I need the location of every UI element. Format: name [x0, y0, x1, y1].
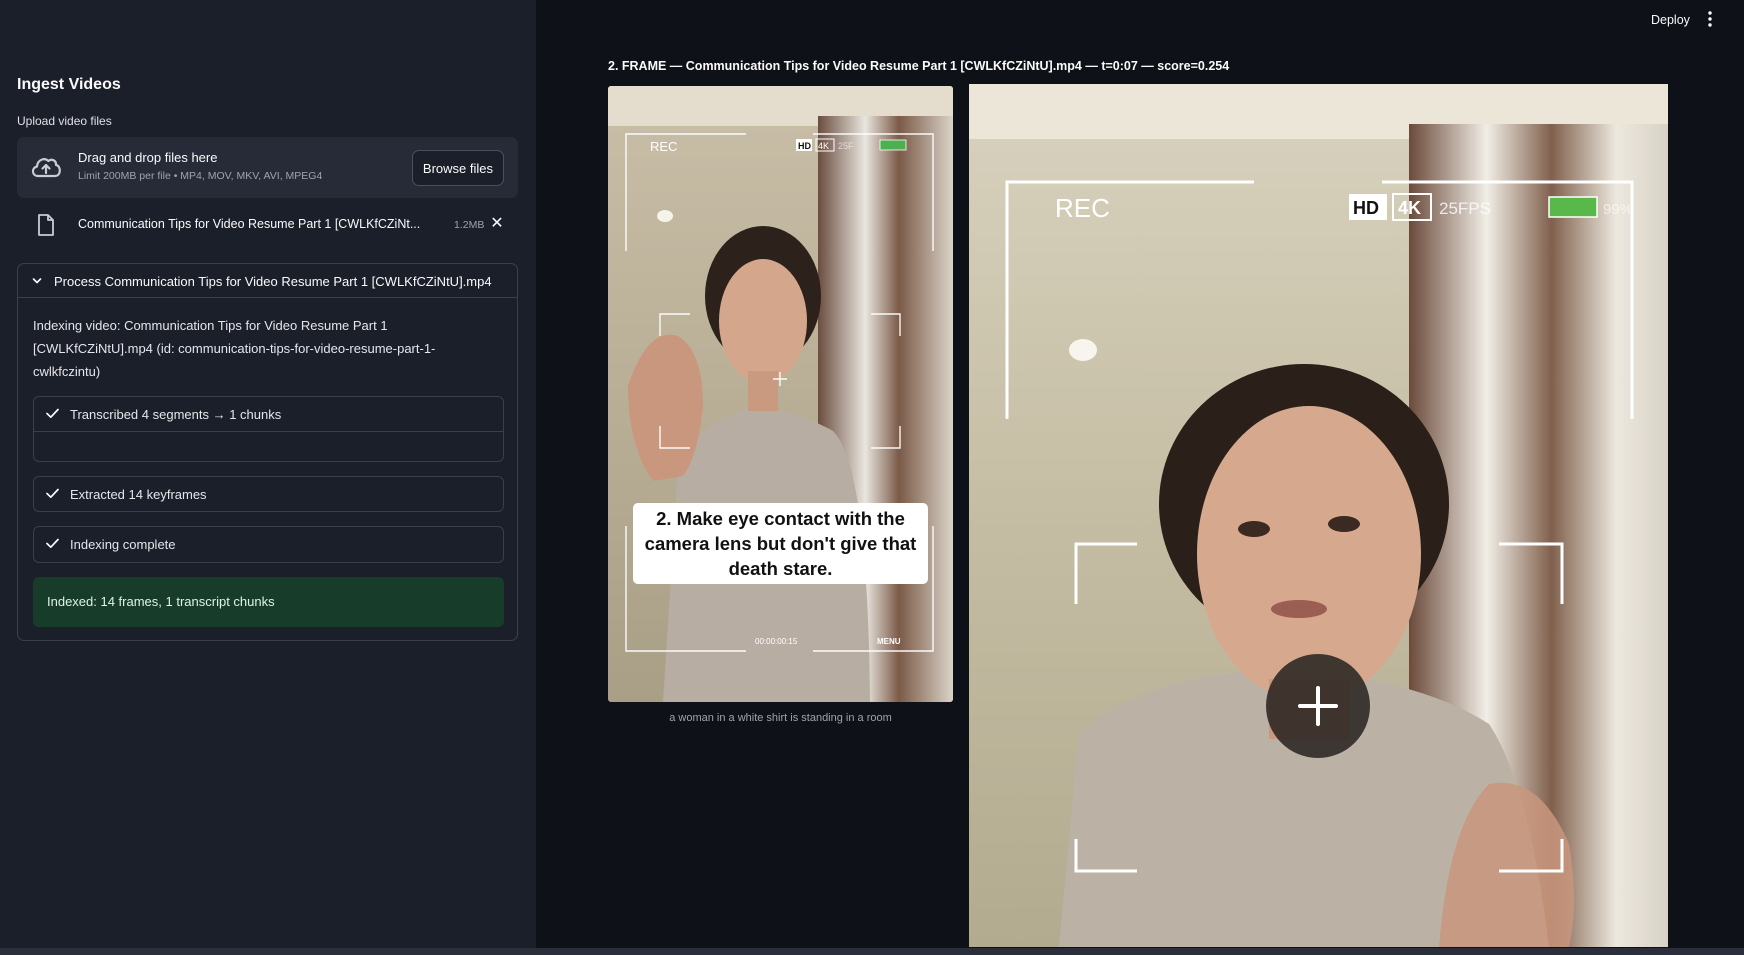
check-icon: [46, 488, 59, 499]
hd-label: HD: [798, 141, 811, 151]
success-text: Indexed: 14 frames, 1 transcript chunks: [47, 594, 275, 609]
step-label: Extracted 14 keyframes: [70, 487, 207, 502]
frame-caption: a woman in a white shirt is standing in …: [669, 712, 892, 724]
browse-files-button[interactable]: Browse files: [411, 150, 504, 186]
dropzone-limit-text: Limit 200MB per file • MP4, MOV, MKV, AV…: [78, 170, 323, 182]
success-alert: Indexed: 14 frames, 1 transcript chunks: [33, 577, 504, 627]
4k-label: 4K: [818, 141, 829, 151]
step-divider: [34, 431, 503, 432]
sidebar-title: Ingest Videos: [17, 76, 121, 93]
indexing-status-text: Indexing video: Communication Tips for V…: [33, 318, 436, 379]
kebab-icon[interactable]: [1704, 10, 1716, 28]
status-step-transcribed[interactable]: Transcribed 4 segments → 1 chunks: [33, 396, 504, 462]
keyframe-thumbnail[interactable]: REC HD 4K 25F 00:00:00:15 MENU 2. Make e…: [608, 86, 953, 702]
deploy-button[interactable]: Deploy: [1651, 13, 1690, 27]
video-frame-image: REC HD 4K 25F 00:00:00:15 MENU: [608, 86, 953, 702]
status-step-indexing[interactable]: Indexing complete: [33, 526, 504, 563]
fps-label: 25F: [838, 141, 854, 151]
rec-label-large: REC: [1055, 193, 1110, 223]
fps-label-large: 25FPS: [1439, 199, 1491, 218]
upload-label: Upload video files: [17, 114, 112, 128]
file-dropzone[interactable]: Drag and drop files here Limit 200MB per…: [17, 137, 518, 198]
hd-label-large: HD: [1353, 198, 1379, 218]
expander-header[interactable]: Process Communication Tips for Video Res…: [18, 264, 517, 298]
cloud-upload-icon: [31, 158, 61, 178]
chevron-down-icon: [32, 278, 42, 284]
close-icon[interactable]: ✕: [488, 215, 506, 233]
step-label: Indexing complete: [70, 537, 176, 552]
uploaded-file-size: 1.2MB: [454, 219, 485, 231]
timecode-label: 00:00:00:15: [755, 637, 798, 646]
process-expander: Process Communication Tips for Video Res…: [17, 263, 518, 641]
frame-title: 2. FRAME — Communication Tips for Video …: [608, 59, 1230, 73]
video-subtitle: 2. Make eye contact with the camera lens…: [633, 503, 928, 584]
bottom-scrollbar: [0, 948, 1744, 955]
keyframe-large-view[interactable]: REC HD 4K 25FPS 99%: [969, 84, 1668, 947]
uploaded-file-row: Communication Tips for Video Resume Part…: [17, 209, 518, 241]
status-step-keyframes[interactable]: Extracted 14 keyframes: [33, 476, 504, 512]
video-frame-large-image: REC HD 4K 25FPS 99%: [969, 84, 1668, 947]
step-label: Transcribed 4 segments → 1 chunks: [70, 407, 282, 422]
check-icon: [46, 538, 59, 549]
4k-label-large: 4K: [1398, 198, 1421, 218]
battery-label-large: 99%: [1603, 201, 1633, 218]
expander-title: Process Communication Tips for Video Res…: [54, 274, 492, 289]
rec-label: REC: [650, 139, 677, 154]
sidebar: Ingest Videos Upload video files Drag an…: [0, 0, 536, 955]
file-icon: [38, 214, 54, 236]
uploaded-file-name: Communication Tips for Video Resume Part…: [78, 217, 421, 231]
check-icon: [46, 408, 59, 419]
dropzone-main-text: Drag and drop files here: [78, 150, 218, 165]
menu-label: MENU: [877, 637, 901, 646]
